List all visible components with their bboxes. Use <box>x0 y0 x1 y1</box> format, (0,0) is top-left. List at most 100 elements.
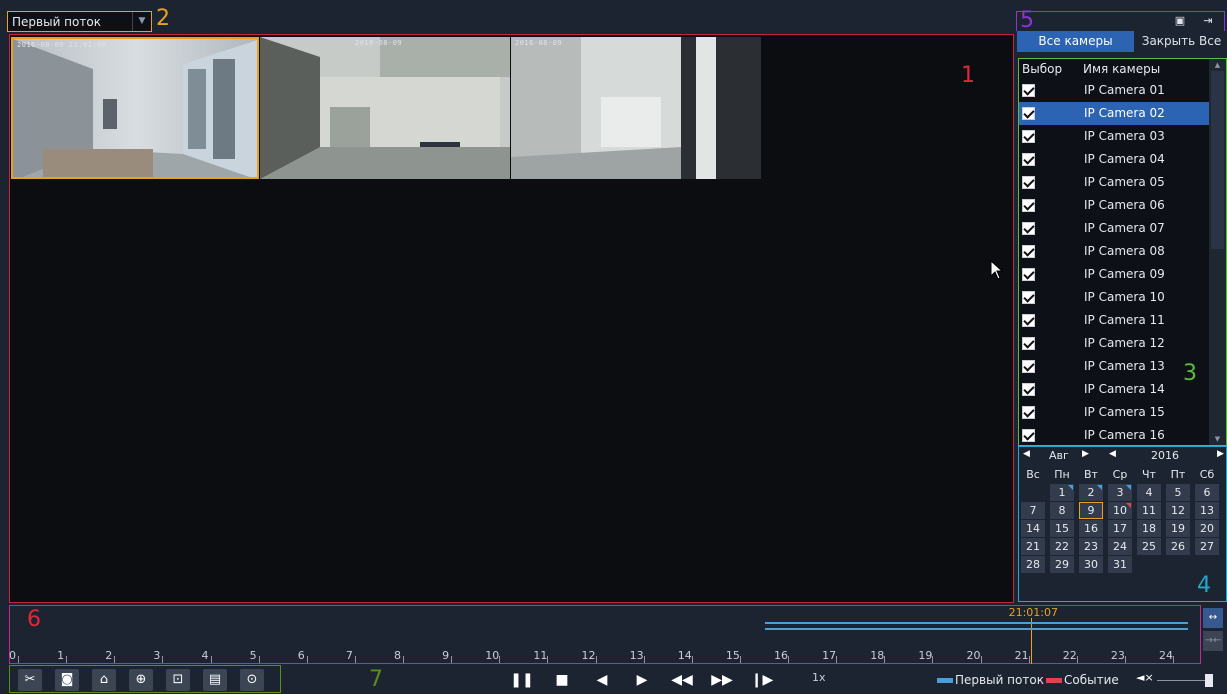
calendar-day[interactable]: 11 <box>1137 502 1161 519</box>
camera-checkbox[interactable] <box>1022 199 1035 212</box>
camera-checkbox[interactable] <box>1022 314 1035 327</box>
camera-list-scrollbar[interactable]: ▲ ▼ <box>1209 59 1226 445</box>
camera-row[interactable]: IP Camera 09 <box>1019 263 1210 286</box>
step-back-30s-icon[interactable]: ◀ <box>587 669 617 691</box>
zoom-icon[interactable]: ⊙ <box>240 669 264 691</box>
camera-row[interactable]: IP Camera 11 <box>1019 309 1210 332</box>
camera-row[interactable]: IP Camera 08 <box>1019 240 1210 263</box>
calendar-day[interactable]: 30 <box>1079 556 1103 573</box>
calendar-day[interactable]: 15 <box>1050 520 1074 537</box>
prev-year-icon[interactable]: ◀ <box>1109 449 1116 459</box>
camera-tile[interactable]: 2016-08-09 <box>511 37 761 179</box>
tag-list-icon[interactable]: ⊡ <box>166 669 190 691</box>
prev-month-icon[interactable]: ◀ <box>1023 449 1030 459</box>
calendar-day[interactable]: 22 <box>1050 538 1074 555</box>
calendar-day[interactable]: 2 <box>1079 484 1103 501</box>
exit-icon[interactable]: ⇥ <box>1200 14 1216 28</box>
save-icon[interactable]: ▤ <box>203 669 227 691</box>
calendar-day[interactable]: 28 <box>1021 556 1045 573</box>
camera-checkbox[interactable] <box>1022 268 1035 281</box>
camera-tile[interactable]: 2016-08-09 21:01:08 <box>11 37 259 179</box>
calendar-day[interactable]: 10 <box>1108 502 1132 519</box>
camera-row[interactable]: IP Camera 04 <box>1019 148 1210 171</box>
calendar-day[interactable]: 3 <box>1108 484 1132 501</box>
timeline[interactable]: 6 21:01:07 0 1 2 3 4 5 6 7 8 9 10 11 12 13 14 15 16 17 18 1… <box>9 605 1201 664</box>
calendar-day[interactable]: 29 <box>1050 556 1074 573</box>
fullscreen-icon[interactable]: ▣ <box>1172 14 1188 28</box>
fast-forward-icon[interactable]: ▶▶ <box>707 669 737 691</box>
camera-checkbox[interactable] <box>1022 245 1035 258</box>
calendar-day[interactable]: 8 <box>1050 502 1074 519</box>
chevron-down-icon[interactable]: ▼ <box>132 12 151 31</box>
calendar-day[interactable]: 26 <box>1166 538 1190 555</box>
camera-checkbox[interactable] <box>1022 84 1035 97</box>
camera-row[interactable]: IP Camera 05 <box>1019 171 1210 194</box>
calendar-day[interactable]: 19 <box>1166 520 1190 537</box>
camera-checkbox[interactable] <box>1022 429 1035 442</box>
stream-select[interactable]: Первый поток ▼ <box>7 11 152 32</box>
calendar-day[interactable]: 13 <box>1195 502 1219 519</box>
timeline-cursor[interactable] <box>1030 618 1032 664</box>
camera-checkbox[interactable] <box>1022 337 1035 350</box>
calendar-day[interactable]: 7 <box>1021 502 1045 519</box>
calendar-day[interactable]: 4 <box>1137 484 1161 501</box>
camera-checkbox[interactable] <box>1022 406 1035 419</box>
calendar-day[interactable]: 23 <box>1079 538 1103 555</box>
camera-row[interactable]: IP Camera 15 <box>1019 401 1210 424</box>
camera-checkbox[interactable] <box>1022 360 1035 373</box>
camera-row[interactable]: IP Camera 13 <box>1019 355 1210 378</box>
calendar-day[interactable]: 6 <box>1195 484 1219 501</box>
camera-checkbox[interactable] <box>1022 383 1035 396</box>
camera-checkbox[interactable] <box>1022 130 1035 143</box>
rewind-icon[interactable]: ◀◀ <box>667 669 697 691</box>
camera-checkbox[interactable] <box>1022 222 1035 235</box>
calendar-day[interactable]: 25 <box>1137 538 1161 555</box>
scrollbar-thumb[interactable] <box>1211 71 1224 249</box>
next-month-icon[interactable]: ▶ <box>1082 449 1089 459</box>
camera-checkbox[interactable] <box>1022 107 1035 120</box>
calendar-day[interactable]: 17 <box>1108 520 1132 537</box>
camera-checkbox[interactable] <box>1022 176 1035 189</box>
timeline-zoom-out-icon[interactable]: →← <box>1203 631 1223 651</box>
calendar-day[interactable]: 16 <box>1079 520 1103 537</box>
camera-snapshot-icon[interactable]: ◙ <box>55 669 79 691</box>
scissors-icon[interactable]: ✂ <box>18 669 42 691</box>
volume-icon[interactable]: ◄× <box>1136 671 1154 684</box>
calendar-day[interactable]: 24 <box>1108 538 1132 555</box>
camera-row[interactable]: IP Camera 03 <box>1019 125 1210 148</box>
camera-tile[interactable]: 2016-08-09 <box>260 37 510 179</box>
camera-row[interactable]: IP Camera 01 <box>1019 79 1210 102</box>
lock-icon[interactable]: ⌂ <box>92 669 116 691</box>
calendar-day[interactable]: 14 <box>1021 520 1045 537</box>
camera-row[interactable]: IP Camera 12 <box>1019 332 1210 355</box>
video-area[interactable]: 2016-08-09 21:01:08 2016-08-09 2016-08-0… <box>9 34 1014 603</box>
camera-row[interactable]: IP Camera 16 <box>1019 424 1210 445</box>
frame-step-icon[interactable]: ❙▶ <box>747 669 777 691</box>
calendar-day[interactable]: 5 <box>1166 484 1190 501</box>
calendar-day[interactable]: 31 <box>1108 556 1132 573</box>
camera-row[interactable]: IP Camera 10 <box>1019 286 1210 309</box>
camera-checkbox[interactable] <box>1022 153 1035 166</box>
camera-row[interactable]: IP Camera 07 <box>1019 217 1210 240</box>
timeline-zoom-in-icon[interactable]: ↔ <box>1203 608 1223 628</box>
calendar-day[interactable]: 27 <box>1195 538 1219 555</box>
camera-row[interactable]: IP Camera 14 <box>1019 378 1210 401</box>
tab-close-all[interactable]: Закрыть Все <box>1136 31 1227 52</box>
tab-all-cameras[interactable]: Все камеры <box>1017 31 1134 52</box>
step-forward-30s-icon[interactable]: ▶ <box>627 669 657 691</box>
calendar-day[interactable]: 21 <box>1021 538 1045 555</box>
pause-icon[interactable]: ❚❚ <box>507 669 537 691</box>
scroll-down-icon[interactable]: ▼ <box>1211 434 1224 444</box>
calendar-day[interactable]: 1 <box>1050 484 1074 501</box>
calendar-day[interactable]: 20 <box>1195 520 1219 537</box>
camera-row[interactable]: IP Camera 02 <box>1019 102 1210 125</box>
scroll-up-icon[interactable]: ▲ <box>1211 60 1224 70</box>
calendar-day[interactable]: 12 <box>1166 502 1190 519</box>
calendar-day[interactable]: 9 <box>1079 502 1103 519</box>
add-tag-icon[interactable]: ⊕ <box>129 669 153 691</box>
volume-slider[interactable] <box>1157 680 1209 681</box>
stop-icon[interactable]: ■ <box>547 669 577 691</box>
calendar-day[interactable]: 18 <box>1137 520 1161 537</box>
camera-checkbox[interactable] <box>1022 291 1035 304</box>
camera-row[interactable]: IP Camera 06 <box>1019 194 1210 217</box>
